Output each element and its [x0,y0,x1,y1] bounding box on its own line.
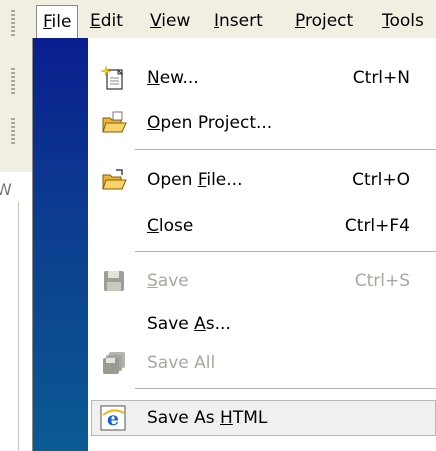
accel-char: E [90,11,101,31]
label-part: s... [205,314,231,334]
shortcut-text: Ctrl+N [352,68,410,88]
new-document-icon [100,65,127,91]
shortcut-text: Ctrl+F4 [344,216,410,236]
open-file-folder-icon [101,167,127,193]
menu-item-close[interactable]: Close Ctrl+F4 [33,206,436,246]
accel-char: P [295,11,305,31]
menu-item-label: Open Project... [147,113,272,133]
menu-item-label: Close [147,216,193,236]
internet-explorer-icon: e [100,405,126,431]
menu-tools[interactable]: Tools [382,11,424,31]
accel-char: O [147,113,161,133]
menu-item-save[interactable]: Save Ctrl+S [33,261,436,301]
panel-inner-frame [18,202,33,451]
menu-separator [135,388,436,389]
toolbar-grip[interactable] [11,118,15,146]
menu-project[interactable]: Project [295,11,353,31]
menu-item-save-as-html[interactable]: e Save As HTML [91,400,436,436]
label-part: Open [147,170,198,190]
menu-edit[interactable]: Edit [90,11,123,31]
menu-label: roject [304,11,354,31]
menu-label: dit [100,11,123,31]
accel-char: C [147,216,159,236]
label-part: pen Project... [160,113,273,133]
menu-item-label: New... [147,68,199,88]
shortcut-text: Ctrl+S [354,271,410,291]
label-part: Save As [147,408,221,428]
label-part: TML [232,408,268,428]
menu-item-label: Open File... [147,170,242,190]
menu-item-label: Save As... [147,314,231,334]
label-part: Save [147,314,195,334]
menu-separator [135,251,436,252]
menu-label: ile [51,12,72,32]
accel-char: S [147,271,158,291]
label-part: ave [157,271,189,291]
toolbar-grip[interactable] [11,10,15,38]
menu-item-open-file[interactable]: Open File... Ctrl+O [33,160,436,200]
accel-char: V [150,11,162,31]
menu-item-save-all[interactable]: Save All [33,343,436,383]
menu-item-label: Save [147,271,189,291]
label-part: ile... [206,170,243,190]
menu-view[interactable]: View [150,11,190,31]
menu-item-label: Save All [147,353,215,373]
accel-char: T [382,11,390,31]
menu-label: nsert [219,11,263,31]
save-all-icon [101,350,127,376]
menu-label: iew [161,11,191,31]
file-menu-dropdown: New... Ctrl+N Open Project... Open File.… [32,38,436,451]
accel-char: H [220,408,233,428]
menu-file[interactable]: File [36,5,79,38]
menu-item-label: Save As HTML [147,408,267,428]
save-disk-icon [101,268,127,294]
toolbar-grip[interactable] [11,68,15,96]
menu-insert[interactable]: Insert [214,11,263,31]
menu-item-open-project[interactable]: Open Project... [33,103,436,143]
menu-bar: File Edit View Insert Project Tools [32,0,436,43]
menu-label: ools [389,11,424,31]
menu-separator [135,149,436,150]
label-part: ew... [159,68,199,88]
shortcut-text: Ctrl+O [352,170,410,190]
panel-tab-label[interactable]: W [0,180,12,199]
accel-char: A [194,314,206,334]
label-part: lose [158,216,194,236]
menu-item-save-as[interactable]: Save As... [33,304,436,344]
left-panel: W [0,172,33,451]
label-part: Save All [147,353,216,373]
accel-char: N [147,68,160,88]
open-project-folder-icon [101,110,127,136]
menu-item-new[interactable]: New... Ctrl+N [33,58,436,98]
accel-char: F [43,12,52,32]
